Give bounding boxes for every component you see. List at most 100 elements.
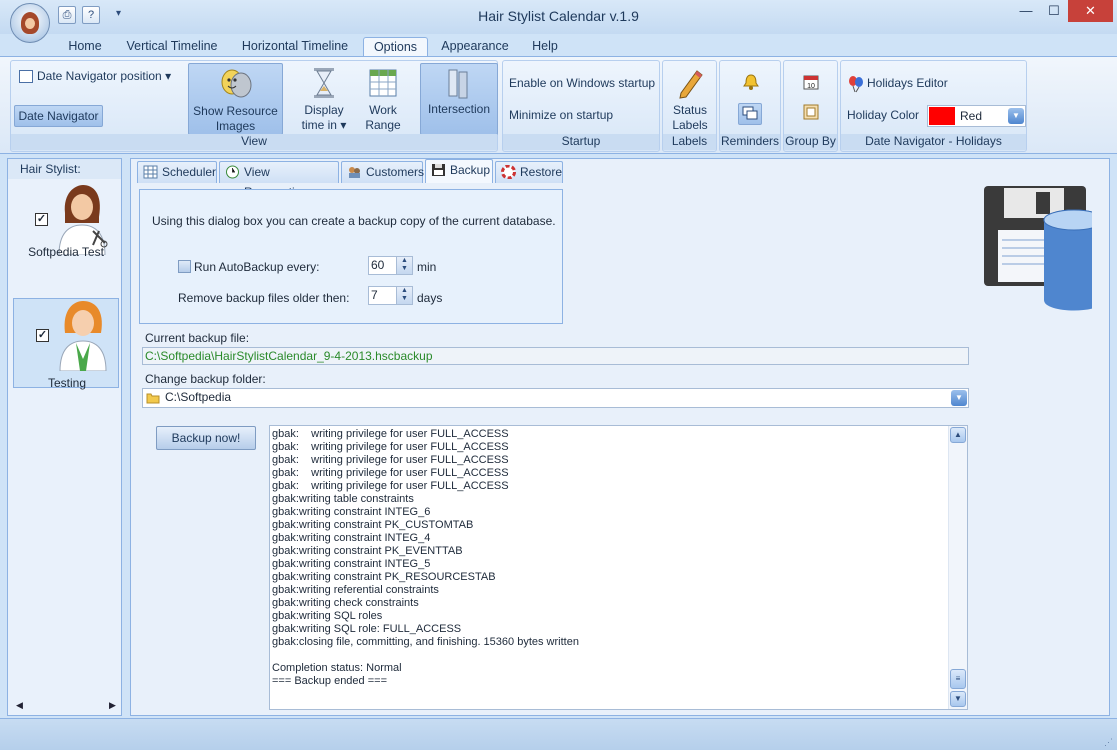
log-line: gbak:writing constraint PK_RESOURCESTAB [272,571,496,583]
autobackup-checkbox[interactable] [178,260,191,273]
intersection-label: Intersection [427,102,491,116]
scroll-up-icon[interactable]: ▲ [950,427,966,443]
ribbon-group-holidays: Holidays Editor Holiday Color Red ▼ Date… [840,60,1027,152]
tab-backup[interactable]: Backup [425,159,493,183]
stylist-checkbox[interactable]: ✓ [36,329,49,342]
resource-group-icon[interactable] [800,103,822,125]
stylist-checkbox[interactable]: ✓ [35,213,48,226]
log-line: gbak:writing constraint PK_EVENTTAB [272,545,463,557]
backup-log-lines: gbak: writing privilege for user FULL_AC… [272,428,947,708]
remove-days-unit: days [417,291,443,305]
holidays-editor-label: Holidays Editor [867,76,948,90]
lifebuoy-icon [501,165,516,179]
date-calendar-icon[interactable]: 10 [800,73,822,93]
holiday-color-label: Holiday Color [847,108,920,122]
ribbon-tab-vertical-timeline[interactable]: Vertical Timeline [120,37,224,57]
holidays-editor-button[interactable]: Holidays Editor [847,76,948,93]
intersection-button[interactable]: Intersection [420,63,498,135]
stylist-name: Testing [47,376,87,390]
tab-scheduler[interactable]: Scheduler [137,161,217,183]
floppy-disk-icon [432,164,445,176]
date-navigator-button[interactable]: Date Navigator [14,105,103,127]
intersection-icon [448,69,468,99]
reminder-windows-icon[interactable] [738,103,762,125]
panel-splitter[interactable] [123,158,129,716]
resize-grip-icon[interactable]: ⋰ [1104,737,1113,748]
stepper-arrows-icon[interactable]: ▲ ▼ [396,287,412,304]
stylist-item-testing[interactable]: ✓ Testing [13,298,119,390]
log-line: gbak: writing privilege for user FULL_AC… [272,480,509,492]
date-navigator-position-button[interactable]: Date Navigator position ▾ [15,69,181,84]
enable-windows-startup-button[interactable]: Enable on Windows startup [509,76,655,91]
ribbon-group-startup-label: Startup [503,134,659,150]
ribbon-group-view: Date Navigator position ▾ Date Navigator… [10,60,498,152]
work-range-label-1: Work [369,103,397,117]
tab-label: Customers [366,165,425,179]
remove-days-stepper[interactable]: 7 ▲ ▼ [368,286,413,305]
backup-log: gbak: writing privilege for user FULL_AC… [269,425,968,710]
ribbon-tab-options[interactable]: Options [363,37,428,57]
autobackup-label: Run AutoBackup every: [194,260,320,274]
backup-folder-select[interactable]: C:\Softpedia ▼ [142,388,969,408]
log-line: === Backup ended === [272,675,387,687]
log-scrollbar[interactable]: ▲ ≡ ▼ [948,426,967,709]
display-time-in-button[interactable]: Display time in ▾ [295,63,353,135]
work-range-button[interactable]: Work Range [359,63,407,135]
autobackup-interval-stepper[interactable]: 60 ▲ ▼ [368,256,413,275]
balloons-icon [849,76,863,93]
hourglass-icon [314,68,334,98]
database-backup-icon [984,186,1092,311]
backup-now-button[interactable]: Backup now! [156,426,256,450]
status-labels-button[interactable]: Status Labels [666,63,714,135]
scroll-left-icon[interactable]: ◀ [16,700,23,711]
ribbon-group-labels-label: Labels [663,134,716,150]
tab-restore[interactable]: Restore [495,161,563,183]
current-backup-file-label: Current backup file: [145,331,250,345]
main-content: Scheduler View Reservations Customers Ba… [130,158,1110,716]
ribbon-group-holidays-label: Date Navigator - Holidays [841,134,1026,150]
scroll-down-icon[interactable]: ▼ [950,691,966,707]
stylist-item-softpedia-test[interactable]: ✓ Softpedia Test [13,183,119,273]
tab-label: Scheduler [162,165,217,179]
holiday-color-select[interactable]: Red ▼ [927,105,1026,127]
ribbon-group-startup: Enable on Windows startup Minimize on st… [502,60,660,152]
backup-folder-value: C:\Softpedia [165,390,232,404]
maximize-button[interactable]: ☐ [1038,0,1070,22]
chevron-down-icon[interactable]: ▼ [951,390,967,406]
ribbon-tab-home[interactable]: Home [60,37,110,57]
log-line: gbak: writing privilege for user FULL_AC… [272,467,509,479]
ribbon-tab-appearance[interactable]: Appearance [436,37,514,57]
close-button[interactable]: ✕ [1068,0,1113,22]
log-line: gbak:writing constraint INTEG_6 [272,506,431,518]
autobackup-interval-value: 60 [371,258,385,272]
status-bar: ⋰ [0,718,1117,750]
scroll-thumb[interactable]: ≡ [950,669,966,689]
log-line: gbak:writing check constraints [272,597,419,609]
autobackup-settings-box: Using this dialog box you can create a b… [139,189,563,324]
ribbon-tab-strip: Home Vertical Timeline Horizontal Timeli… [0,34,1117,57]
log-line: gbak:writing SQL role: FULL_ACCESS [272,623,462,635]
change-backup-folder-label: Change backup folder: [145,372,266,386]
pencil-icon [679,70,703,99]
chevron-down-icon[interactable]: ▼ [1008,108,1024,124]
scroll-right-icon[interactable]: ▶ [109,700,116,711]
ribbon-group-group-by-label: Group By [784,134,837,150]
tab-view-reservations[interactable]: View Reservations [219,161,339,199]
bell-icon[interactable] [740,73,762,93]
minimize-on-startup-button[interactable]: Minimize on startup [509,108,613,123]
app-menu-button[interactable] [10,3,50,43]
ribbon-tab-help[interactable]: Help [524,37,566,57]
stepper-arrows-icon[interactable]: ▲ ▼ [396,257,412,274]
show-resource-images-button[interactable]: Show Resource Images [188,63,283,135]
tab-customers[interactable]: Customers [341,161,425,183]
grid-icon [143,165,158,179]
show-resource-images-label-2: Images [215,119,256,133]
status-labels-label-1: Status [672,103,708,117]
work-range-label-2: Range [365,118,401,132]
ribbon-tab-horizontal-timeline[interactable]: Horizontal Timeline [234,37,356,57]
log-line: gbak: writing privilege for user FULL_AC… [272,441,509,453]
log-line: gbak:writing constraint INTEG_5 [272,558,431,570]
ribbon-group-view-label: View [11,134,497,150]
log-line: Completion status: Normal [272,662,402,674]
